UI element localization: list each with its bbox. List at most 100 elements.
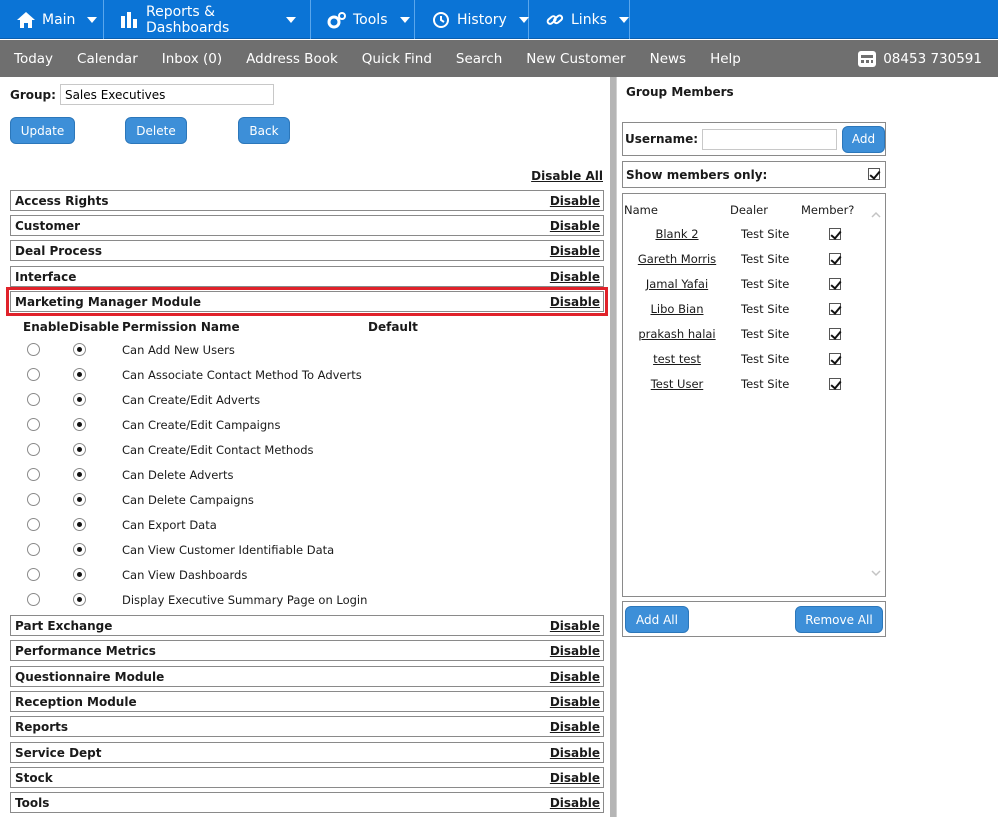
nav-links-label: Links: [571, 11, 607, 28]
disable-radio[interactable]: [73, 443, 86, 456]
disable-radio[interactable]: [73, 493, 86, 506]
section-title: Tools: [15, 795, 50, 810]
disable-link[interactable]: Disable: [550, 194, 600, 208]
permission-name: Can Create/Edit Campaigns: [122, 418, 281, 432]
disable-link[interactable]: Disable: [550, 720, 600, 734]
disable-radio[interactable]: [73, 593, 86, 606]
member-row: test test Test Site: [623, 352, 873, 372]
enable-radio[interactable]: [27, 568, 40, 581]
member-checkbox[interactable]: [829, 253, 841, 265]
subnav-search[interactable]: Search: [442, 51, 502, 67]
nav-links[interactable]: Links: [529, 0, 630, 39]
enable-radio[interactable]: [27, 368, 40, 381]
delete-button[interactable]: Delete: [125, 117, 187, 144]
member-name-link[interactable]: Test User: [623, 377, 731, 391]
member-checkbox[interactable]: [829, 328, 841, 340]
disable-link[interactable]: Disable: [550, 644, 600, 658]
subnav-new-customer[interactable]: New Customer: [512, 51, 625, 67]
history-icon: [431, 11, 451, 29]
enable-radio[interactable]: [27, 593, 40, 606]
disable-link[interactable]: Disable: [550, 619, 600, 633]
username-input[interactable]: [702, 128, 838, 150]
disable-link[interactable]: Disable: [550, 270, 600, 284]
subnav-address-book[interactable]: Address Book: [232, 51, 338, 67]
section-title: Service Dept: [15, 745, 102, 760]
remove-all-button[interactable]: Remove All: [795, 606, 883, 633]
member-name-link[interactable]: Gareth Morris: [623, 252, 731, 266]
enable-radio[interactable]: [27, 468, 40, 481]
disable-radio[interactable]: [73, 468, 86, 481]
member-checkbox[interactable]: [829, 353, 841, 365]
enable-radio[interactable]: [27, 393, 40, 406]
username-box: Username: Add: [622, 122, 886, 156]
member-checkbox[interactable]: [829, 378, 841, 390]
username-label: Username:: [625, 132, 699, 146]
nav-tools-label: Tools: [353, 11, 388, 28]
disable-all-link[interactable]: Disable All: [531, 169, 603, 183]
member-checkbox[interactable]: [829, 228, 841, 240]
disable-radio[interactable]: [73, 543, 86, 556]
nav-main-label: Main: [42, 11, 76, 28]
enable-radio[interactable]: [27, 543, 40, 556]
section-customer: Customer Disable: [10, 215, 604, 236]
subnav-quick-find[interactable]: Quick Find: [348, 51, 432, 67]
disable-radio[interactable]: [73, 418, 86, 431]
group-members-title: Group Members: [626, 85, 734, 99]
disable-radio[interactable]: [73, 568, 86, 581]
enable-radio[interactable]: [27, 493, 40, 506]
add-member-button[interactable]: Add: [842, 125, 885, 153]
member-name-link[interactable]: Libo Bian: [623, 302, 731, 316]
subnav-calendar[interactable]: Calendar: [63, 51, 138, 67]
permission-name: Can Delete Adverts: [122, 468, 234, 482]
disable-link[interactable]: Disable: [550, 670, 600, 684]
back-button[interactable]: Back: [238, 117, 290, 144]
member-checkbox[interactable]: [829, 278, 841, 290]
link-icon: [545, 11, 565, 29]
disable-link[interactable]: Disable: [550, 746, 600, 760]
disable-link[interactable]: Disable: [550, 771, 600, 785]
enable-radio[interactable]: [27, 418, 40, 431]
show-members-checkbox[interactable]: [868, 168, 880, 180]
subnav-news[interactable]: News: [636, 51, 686, 67]
enable-radio[interactable]: [27, 518, 40, 531]
member-name-link[interactable]: test test: [623, 352, 731, 366]
member-checkbox[interactable]: [829, 303, 841, 315]
disable-link[interactable]: Disable: [550, 219, 600, 233]
disable-radio[interactable]: [73, 393, 86, 406]
subnav-today[interactable]: Today: [0, 51, 53, 67]
nav-reports[interactable]: Reports & Dashboards: [104, 0, 311, 39]
subnav-inbox[interactable]: Inbox (0): [148, 51, 222, 67]
disable-link[interactable]: Disable: [550, 244, 600, 258]
nav-tools[interactable]: Tools: [311, 0, 415, 39]
group-label: Group:: [10, 87, 56, 102]
disable-link[interactable]: Disable: [550, 796, 600, 810]
scroll-down-icon[interactable]: [871, 568, 881, 578]
section-marketing-manager-module[interactable]: Marketing Manager Module Disable: [6, 287, 608, 316]
member-name-link[interactable]: Jamal Yafai: [623, 277, 731, 291]
phone-number-text: 08453 730591: [883, 50, 982, 67]
enable-radio[interactable]: [27, 443, 40, 456]
nav-history[interactable]: History: [415, 0, 529, 39]
subnav-help[interactable]: Help: [696, 51, 741, 67]
group-members-pane: Group Members Username: Add Show members…: [616, 77, 998, 817]
sub-nav: Today Calendar Inbox (0) Address Book Qu…: [0, 40, 998, 77]
permission-name: Can Associate Contact Method To Adverts: [122, 368, 362, 382]
disable-link[interactable]: Disable: [550, 695, 600, 709]
group-name-input[interactable]: [59, 84, 274, 105]
permissions-pane: Group: Update Delete Back Disable All Ac…: [3, 77, 609, 817]
member-row: Test User Test Site: [623, 377, 873, 397]
update-button[interactable]: Update: [10, 117, 75, 144]
member-name-link[interactable]: Blank 2: [623, 227, 731, 241]
disable-radio[interactable]: [73, 518, 86, 531]
disable-radio[interactable]: [73, 343, 86, 356]
disable-link[interactable]: Disable: [550, 295, 600, 309]
member-row: Jamal Yafai Test Site: [623, 277, 873, 297]
member-name-link[interactable]: prakash halai: [623, 327, 731, 341]
nav-main[interactable]: Main: [0, 0, 104, 39]
scroll-up-icon[interactable]: [871, 210, 881, 220]
disable-radio[interactable]: [73, 368, 86, 381]
permission-row: Can Delete Campaigns: [3, 490, 603, 510]
section-interface: Interface Disable: [10, 266, 604, 287]
enable-radio[interactable]: [27, 343, 40, 356]
add-all-button[interactable]: Add All: [625, 606, 689, 633]
